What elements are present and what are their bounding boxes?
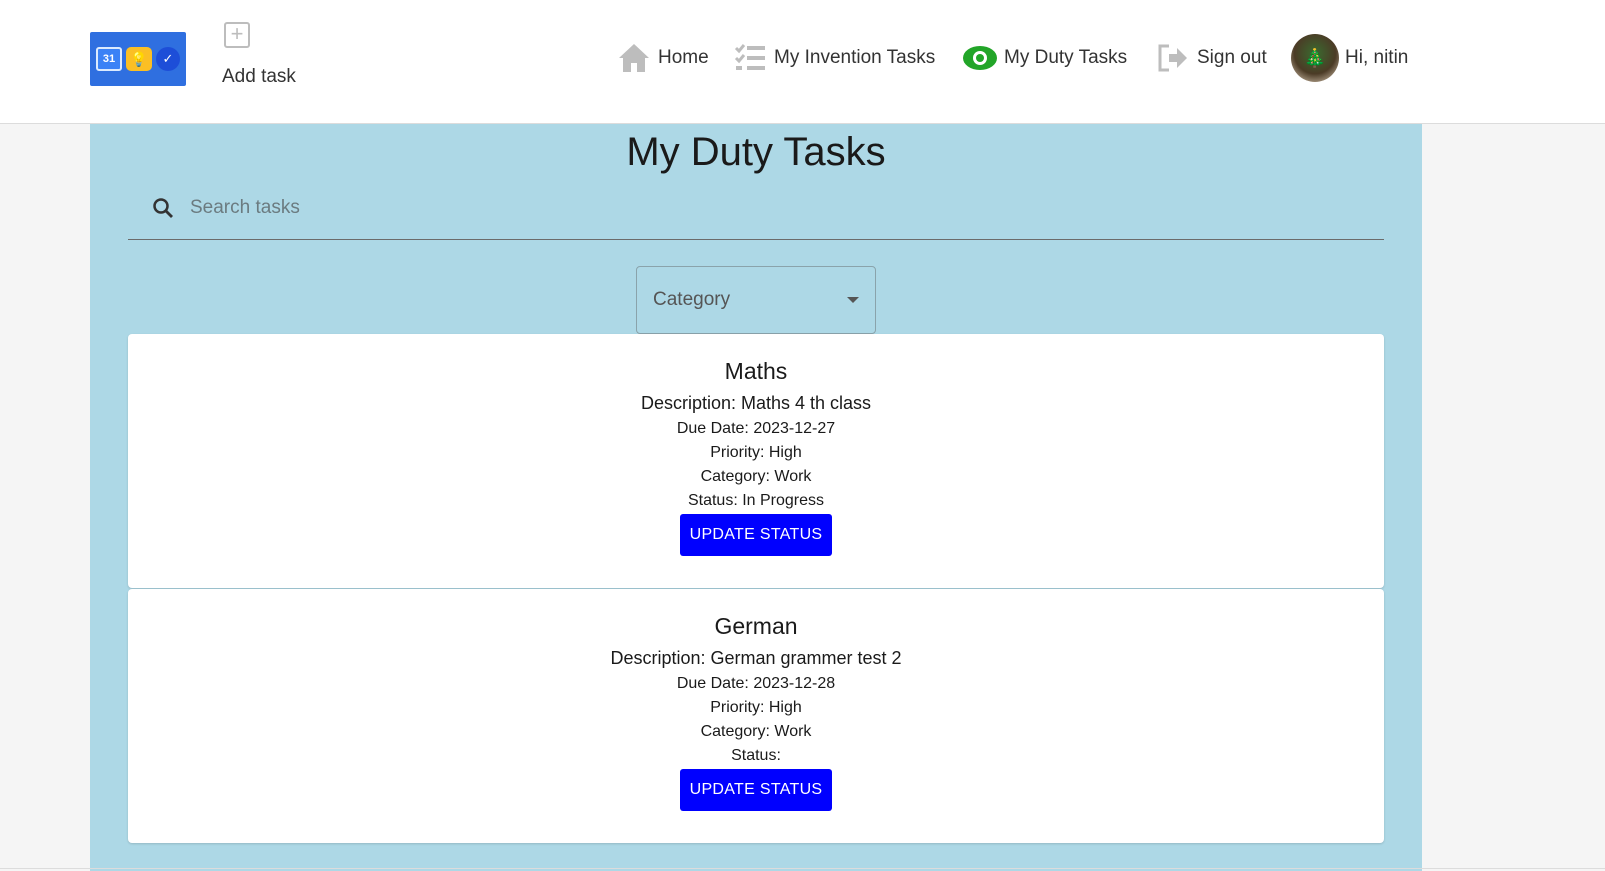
add-task-button[interactable]: + Add task	[222, 22, 296, 88]
checklist-icon	[732, 41, 768, 75]
task-description: Description: Maths 4 th class	[640, 393, 872, 413]
top-header: 31 💡 ✓ + Add task Home My Invention Task…	[0, 0, 1605, 124]
task-category: Category: Work	[700, 723, 812, 740]
page-title: My Duty Tasks	[626, 130, 886, 174]
task-priority: Priority: High	[710, 444, 802, 461]
nav-duty-tasks[interactable]: My Duty Tasks	[962, 40, 1127, 76]
main-content: My Duty Tasks Category Maths Description…	[90, 124, 1422, 871]
search-bar	[128, 176, 1384, 240]
task-title: Maths	[724, 358, 788, 384]
calendar-icon: 31	[96, 47, 122, 71]
nav-sign-out[interactable]: Sign out	[1155, 40, 1267, 76]
task-category: Category: Work	[700, 468, 812, 485]
plus-square-icon: +	[224, 22, 250, 48]
task-title: German	[714, 613, 798, 639]
category-select[interactable]: Category	[636, 266, 876, 334]
checkmark-icon: ✓	[156, 47, 180, 71]
chevron-down-icon	[847, 297, 859, 303]
task-due-date: Due Date: 2023-12-28	[676, 675, 836, 692]
category-select-label: Category	[653, 289, 731, 310]
nav-invention-tasks[interactable]: My Invention Tasks	[732, 40, 935, 76]
nav-home[interactable]: Home	[616, 40, 709, 76]
task-status: Status:	[731, 747, 781, 764]
nav-invention-label: My Invention Tasks	[774, 47, 936, 68]
sign-out-icon	[1155, 41, 1191, 75]
task-status: Status: In Progress	[687, 492, 825, 509]
nav-user-profile[interactable]: 🎄 Hi, nitin	[1291, 34, 1409, 82]
update-status-button[interactable]: UPDATE STATUS	[679, 514, 833, 556]
nav-sign-out-label: Sign out	[1197, 47, 1267, 68]
update-status-button[interactable]: UPDATE STATUS	[679, 769, 833, 811]
task-description: Description: German grammer test 2	[610, 648, 902, 668]
lightbulb-icon: 💡	[126, 47, 152, 71]
nav-home-label: Home	[658, 47, 709, 68]
eye-icon	[962, 41, 998, 75]
divider	[0, 868, 1605, 869]
home-icon	[616, 41, 652, 75]
task-due-date: Due Date: 2023-12-27	[676, 420, 836, 437]
avatar: 🎄	[1291, 34, 1339, 82]
task-card: German Description: German grammer test …	[128, 589, 1384, 843]
nav-duty-label: My Duty Tasks	[1004, 47, 1128, 68]
add-task-label: Add task	[222, 66, 296, 87]
user-greeting: Hi, nitin	[1345, 47, 1409, 68]
app-logo[interactable]: 31 💡 ✓	[90, 32, 186, 86]
task-card: Maths Description: Maths 4 th class Due …	[128, 334, 1384, 588]
task-priority: Priority: High	[710, 699, 802, 716]
search-icon	[146, 191, 180, 225]
search-input[interactable]	[190, 196, 1290, 219]
